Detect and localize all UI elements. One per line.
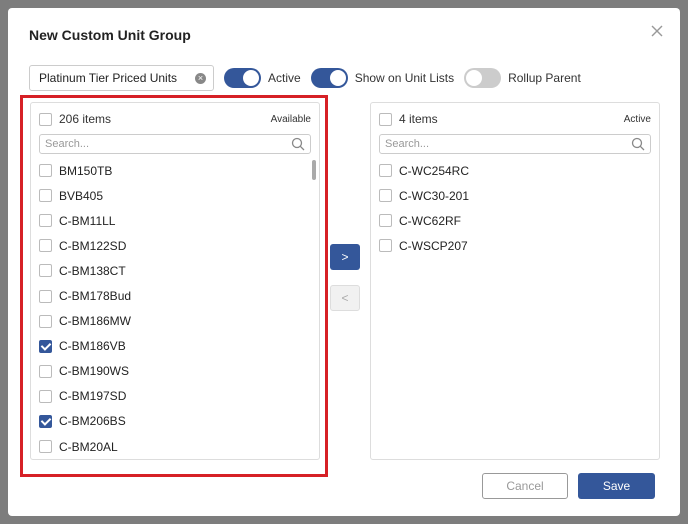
list-item[interactable]: C-WC30-201 <box>379 183 645 208</box>
search-icon[interactable] <box>631 137 645 151</box>
list-item[interactable]: C-BM178Bud <box>39 283 305 308</box>
list-item[interactable]: C-BM138CT <box>39 258 305 283</box>
options-row: × Active Show on Unit Lists Rollup Paren… <box>29 65 581 91</box>
item-checkbox[interactable] <box>379 214 392 228</box>
active-count: 4 items <box>399 112 438 126</box>
item-checkbox[interactable] <box>39 189 52 203</box>
available-panel: 206 items Available BM150TB BVB405 C-BM11L… <box>30 102 320 460</box>
toggle-active-label: Active <box>268 71 301 85</box>
active-switch[interactable] <box>224 68 261 88</box>
list-item[interactable]: C-BM122SD <box>39 233 305 258</box>
toggle-active[interactable]: Active <box>224 68 301 88</box>
cancel-button[interactable]: Cancel <box>482 473 568 499</box>
item-label: C-BM178Bud <box>59 289 132 304</box>
active-header: 4 items Active <box>379 112 651 126</box>
list-item[interactable]: C-BM20AL <box>39 434 305 453</box>
item-checkbox[interactable] <box>379 189 392 203</box>
available-count: 206 items <box>59 112 112 126</box>
item-label: BVB405 <box>59 188 104 203</box>
clear-icon[interactable]: × <box>195 73 206 84</box>
item-label: C-BM186VB <box>59 339 126 354</box>
item-checkbox[interactable] <box>39 389 52 403</box>
list-item[interactable]: C-BM186VB <box>39 334 305 359</box>
list-item[interactable]: C-BM197SD <box>39 384 305 409</box>
item-checkbox[interactable] <box>39 164 52 178</box>
list-item[interactable]: C-WSCP207 <box>379 233 645 258</box>
rollup-parent-switch[interactable] <box>464 68 502 88</box>
list-item[interactable]: C-BM11LL <box>39 208 305 233</box>
item-checkbox[interactable] <box>379 239 392 253</box>
available-tag: Available <box>270 113 311 125</box>
toggle-show-on-unit-lists[interactable]: Show on Unit Lists <box>310 68 455 88</box>
item-label: C-BM20AL <box>59 439 118 453</box>
dialog-title: New Custom Unit Group <box>29 27 191 43</box>
item-label: C-BM206BS <box>59 414 126 429</box>
item-label: C-WC62RF <box>399 213 461 228</box>
group-name-field[interactable]: × <box>29 65 214 91</box>
item-checkbox[interactable] <box>39 289 52 303</box>
item-checkbox[interactable] <box>39 264 52 278</box>
toggle-rollup-label: Rollup Parent <box>508 71 581 85</box>
active-search[interactable] <box>379 134 651 154</box>
move-to-available-button[interactable]: < <box>330 285 360 311</box>
active-search-input[interactable] <box>385 138 631 150</box>
item-label: C-BM11LL <box>59 213 116 228</box>
list-item[interactable]: C-BM190WS <box>39 359 305 384</box>
item-label: C-BM138CT <box>59 263 126 278</box>
select-all-active-checkbox[interactable] <box>379 112 392 126</box>
list-item[interactable]: BM150TB <box>39 158 305 183</box>
item-checkbox[interactable] <box>39 214 52 228</box>
search-icon[interactable] <box>291 137 305 151</box>
item-checkbox[interactable] <box>39 364 52 378</box>
item-checkbox[interactable] <box>39 339 52 353</box>
move-to-active-button[interactable]: > <box>330 244 360 270</box>
available-scrollbar[interactable] <box>312 160 316 180</box>
item-label: C-BM122SD <box>59 238 127 253</box>
show-on-unit-lists-switch[interactable] <box>310 68 348 88</box>
item-checkbox[interactable] <box>39 239 52 253</box>
toggle-show-label: Show on Unit Lists <box>354 71 455 85</box>
available-header: 206 items Available <box>39 112 311 126</box>
available-list: BM150TB BVB405 C-BM11LL C-BM122SD C-BM138CT C… <box>39 158 305 453</box>
item-label: C-WC254RC <box>399 163 470 178</box>
item-label: C-BM197SD <box>59 389 127 404</box>
available-search-input[interactable] <box>45 138 291 150</box>
active-tag: Active <box>623 113 651 125</box>
active-panel: 4 items Active C-WC254RC C-WC30-201 C-WC62… <box>370 102 660 460</box>
custom-unit-group-dialog: New Custom Unit Group × Active Show on U… <box>8 8 680 516</box>
active-list: C-WC254RC C-WC30-201 C-WC62RF C-WSCP207 <box>379 158 645 453</box>
group-name-input[interactable] <box>39 71 189 85</box>
available-search[interactable] <box>39 134 311 154</box>
select-all-available-checkbox[interactable] <box>39 112 52 126</box>
list-item[interactable]: BVB405 <box>39 183 305 208</box>
save-button[interactable]: Save <box>578 473 655 499</box>
item-label: C-BM186MW <box>59 314 132 329</box>
list-item[interactable]: C-BM186MW <box>39 309 305 334</box>
close-icon[interactable] <box>648 22 666 40</box>
list-item[interactable]: C-WC254RC <box>379 158 645 183</box>
item-label: C-BM190WS <box>59 364 130 379</box>
item-checkbox[interactable] <box>39 314 52 328</box>
item-label: C-WC30-201 <box>399 188 470 203</box>
list-item[interactable]: C-BM206BS <box>39 409 305 434</box>
toggle-rollup-parent[interactable]: Rollup Parent <box>464 68 581 88</box>
item-label: BM150TB <box>59 163 113 178</box>
item-checkbox[interactable] <box>39 440 52 453</box>
item-checkbox[interactable] <box>39 414 52 428</box>
item-checkbox[interactable] <box>379 164 392 178</box>
item-label: C-WSCP207 <box>399 238 468 253</box>
list-item[interactable]: C-WC62RF <box>379 208 645 233</box>
